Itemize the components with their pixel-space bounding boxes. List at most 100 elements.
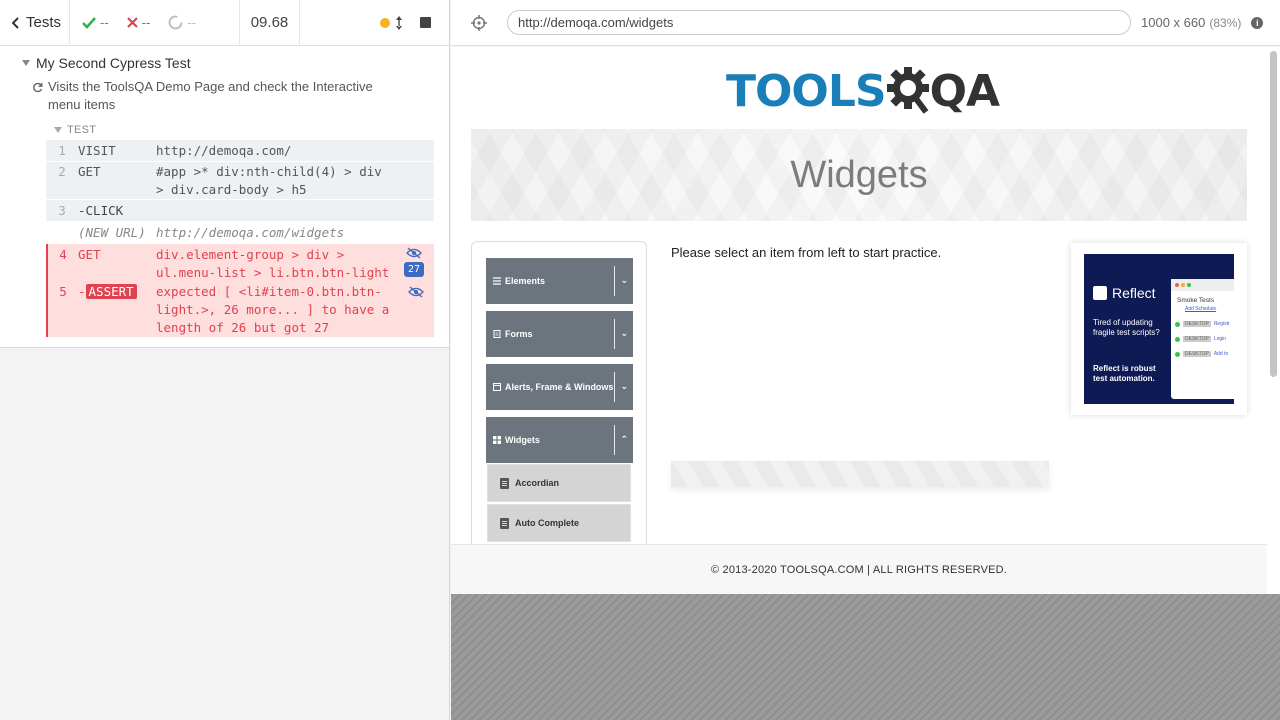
group-header-elements[interactable]: Elements ⌄ xyxy=(486,258,633,304)
group-header-forms[interactable]: Forms ⌄ xyxy=(486,311,633,357)
tests-button[interactable]: Tests xyxy=(0,0,70,46)
command-name: - ASSERT xyxy=(78,283,156,337)
command-row[interactable]: 2 GET #app >* div:nth-child(4) > div > d… xyxy=(46,162,434,200)
command-prefix: - xyxy=(78,284,86,299)
command-message: http://demoqa.com/widgets xyxy=(156,225,345,240)
command-number: 2 xyxy=(58,164,66,179)
runnable-title[interactable]: Visits the ToolsQA Demo Page and check t… xyxy=(0,74,449,114)
suite-title[interactable]: My Second Cypress Test xyxy=(0,46,449,74)
ad-app-title: Smoke Tests xyxy=(1177,297,1215,304)
x-icon xyxy=(126,17,138,28)
menu-item-auto-complete[interactable]: Auto Complete xyxy=(487,504,631,542)
pending-stat[interactable]: -- xyxy=(168,15,196,30)
ad-brand-name: Reflect xyxy=(1112,285,1156,301)
ad-row-label: Login xyxy=(1213,336,1227,342)
ad-test-row: DESKTOP Add to xyxy=(1171,342,1234,357)
reporter-header: Tests -- -- -- 09.68 xyxy=(0,0,449,46)
group-label: Widgets xyxy=(505,435,540,445)
aut-background xyxy=(451,594,1280,720)
chevron-down-icon: ⌄ xyxy=(620,381,628,391)
stats-bar: -- -- -- xyxy=(70,0,240,46)
command-name: GET xyxy=(78,164,101,179)
doc-icon xyxy=(493,330,501,338)
html5-icon xyxy=(500,517,509,529)
aut-header: http://demoqa.com/widgets 1000 x 660 (83… xyxy=(451,0,1280,46)
scroll-toggle-icon xyxy=(396,15,402,30)
logo-text-tools: TOOLS xyxy=(726,65,887,117)
command-number: 5 xyxy=(59,284,67,299)
group-label: Alerts, Frame & Windows xyxy=(505,382,614,392)
toolsqa-logo[interactable]: TOOLS QA xyxy=(726,59,1000,123)
divider xyxy=(614,425,615,455)
command-message xyxy=(156,202,391,221)
logo-qa-label: QA xyxy=(929,65,1000,117)
info-icon: i xyxy=(1251,16,1264,29)
command-row-failed[interactable]: 5 - ASSERT expected [ <li#item-0.btn.btn-… xyxy=(46,283,434,337)
test-section-label: TEST xyxy=(67,124,97,136)
ad-tag: DESKTOP xyxy=(1183,321,1211,327)
divider xyxy=(614,319,615,349)
page-footer: © 2013-2020 TOOLSQA.COM | ALL RIGHTS RES… xyxy=(451,544,1267,594)
ad-tag: DESKTOP xyxy=(1183,351,1211,357)
menu-item-accordian[interactable]: Accordian xyxy=(487,464,631,502)
reporter-controls xyxy=(300,0,449,46)
eye-slash-icon[interactable] xyxy=(408,286,424,298)
chevron-left-icon xyxy=(12,16,19,29)
group-header-alerts[interactable]: Alerts, Frame & Windows ⌄ xyxy=(486,364,633,410)
url-bar[interactable]: http://demoqa.com/widgets xyxy=(507,10,1131,35)
command-row[interactable]: 3 -CLICK xyxy=(46,200,434,222)
status-dot-icon xyxy=(1175,351,1180,357)
command-name: VISIT xyxy=(78,143,116,158)
refresh-icon xyxy=(33,82,43,93)
ad-test-row: DESKTOP Login xyxy=(1171,327,1234,342)
ad-window-bar xyxy=(1171,279,1234,291)
viewport-info[interactable]: 1000 x 660 (83%) i xyxy=(1141,15,1264,30)
stop-icon[interactable] xyxy=(420,17,431,28)
reflect-logo-icon xyxy=(1093,286,1107,300)
collapse-arrow-icon xyxy=(54,127,62,133)
ad-app-screenshot: Smoke Tests Add Schedule DESKTOP Registr … xyxy=(1171,279,1234,399)
command-row[interactable]: 1 VISIT http://demoqa.com/ xyxy=(46,140,434,162)
command-message: #app >* div:nth-child(4) > div > div.car… xyxy=(156,164,382,197)
test-section-header[interactable]: TEST xyxy=(0,114,449,136)
failed-count: -- xyxy=(141,15,151,30)
collapse-arrow-icon xyxy=(22,60,30,66)
failed-stat[interactable]: -- xyxy=(126,15,151,30)
command-side-icons xyxy=(408,286,424,298)
reflect-ad[interactable]: Reflect Tired of updating fragile test s… xyxy=(1071,243,1247,415)
running-indicator[interactable] xyxy=(380,15,402,30)
new-url-row[interactable]: (NEW URL) http://demoqa.com/widgets xyxy=(46,222,434,244)
page-title: Widgets xyxy=(790,153,928,196)
menu-item-label: Accordian xyxy=(515,478,560,488)
assert-badge: ASSERT xyxy=(85,284,137,299)
command-row-failed[interactable]: 4 GET div.element-group > div > ul.menu-… xyxy=(46,244,434,283)
suite-title-text: My Second Cypress Test xyxy=(36,55,191,71)
divider xyxy=(614,266,615,296)
iframe-scrollbar[interactable] xyxy=(1270,51,1277,377)
group-header-widgets[interactable]: Widgets ⌃ xyxy=(486,417,633,463)
chevron-down-icon: ⌄ xyxy=(620,275,628,285)
chevron-up-icon: ⌃ xyxy=(620,434,628,444)
traffic-light-icon xyxy=(1187,283,1191,287)
command-message: div.element-group > div > ul.menu-list >… xyxy=(156,247,390,280)
chevron-down-icon: ⌄ xyxy=(620,328,628,338)
status-dot-icon xyxy=(1175,321,1180,327)
ad-add-link: Add Schedule xyxy=(1185,306,1217,312)
selector-playground-button[interactable] xyxy=(451,14,507,31)
ad-tag: DESKTOP xyxy=(1183,336,1211,342)
group-label: Forms xyxy=(505,329,533,339)
eye-slash-icon[interactable] xyxy=(406,247,422,259)
group-label: Elements xyxy=(505,276,546,286)
ad-banner: Reflect Tired of updating fragile test s… xyxy=(1084,254,1234,404)
list-icon xyxy=(493,277,501,285)
running-dot-icon xyxy=(380,17,390,28)
command-message: http://demoqa.com/ xyxy=(156,143,292,158)
divider xyxy=(614,372,615,402)
status-dot-icon xyxy=(1175,336,1180,342)
passed-count: -- xyxy=(100,15,109,30)
command-name: (NEW URL) xyxy=(78,225,146,240)
command-name: GET xyxy=(78,247,101,262)
traffic-light-icon xyxy=(1175,283,1179,287)
passed-stat[interactable]: -- xyxy=(82,15,109,30)
pending-count: -- xyxy=(187,15,197,30)
